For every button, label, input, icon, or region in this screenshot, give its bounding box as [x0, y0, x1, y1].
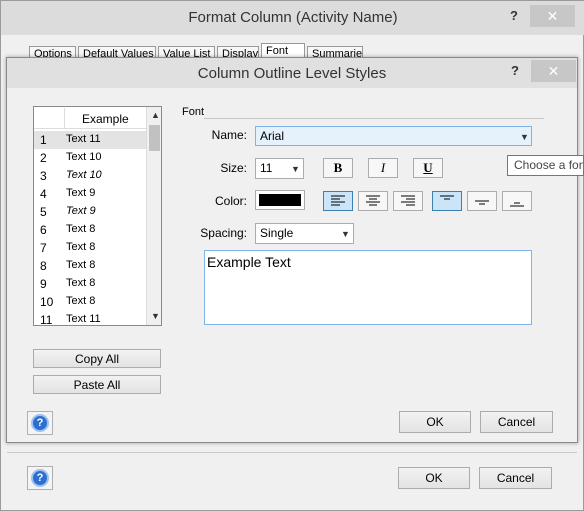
list-item-text: Text 8: [66, 241, 96, 253]
list-scrollbar[interactable]: ▲ ▼: [146, 107, 161, 325]
list-item-text: Text 8: [66, 259, 96, 271]
list-item-text: Text 8: [66, 277, 96, 289]
list-item-number: 3: [40, 169, 47, 183]
paste-all-button[interactable]: Paste All: [33, 375, 161, 394]
copy-all-button[interactable]: Copy All: [33, 349, 161, 368]
dialog-help-box[interactable]: ?: [27, 411, 53, 435]
dialog-ok-button[interactable]: OK: [399, 411, 471, 433]
font-size-select[interactable]: 11 ▼: [255, 158, 304, 179]
list-item-text: Text 11: [66, 313, 101, 325]
list-item-text: Text 11: [66, 133, 101, 145]
align-right-button[interactable]: [393, 191, 423, 211]
outer-divider: [7, 452, 577, 453]
list-item[interactable]: 5 Text 9: [34, 203, 146, 221]
color-picker[interactable]: [255, 190, 305, 210]
list-item[interactable]: 3 Text 10: [34, 167, 146, 185]
list-item[interactable]: 1 Text 11: [34, 131, 146, 149]
outer-close-button[interactable]: ✕: [530, 5, 575, 27]
list-item-number: 4: [40, 187, 47, 201]
font-section-divider: [204, 118, 544, 119]
outer-title-bar: Format Column (Activity Name) ? ✕: [1, 1, 584, 35]
align-center-button[interactable]: [358, 191, 388, 211]
scroll-up-icon[interactable]: ▲: [151, 110, 160, 120]
color-swatch: [259, 194, 301, 206]
outer-title: Format Column (Activity Name): [188, 9, 398, 26]
align-right-icon: [401, 195, 415, 206]
list-item-text: Text 8: [66, 295, 96, 307]
list-item[interactable]: 9 Text 8: [34, 275, 146, 293]
list-item-number: 8: [40, 259, 47, 273]
outline-styles-dialog: Column Outline Level Styles ? ✕ Example …: [6, 57, 578, 443]
dialog-title-bar: Column Outline Level Styles ? ✕: [7, 58, 577, 88]
list-item-number: 6: [40, 223, 47, 237]
color-label: Color:: [214, 194, 247, 208]
scroll-down-icon[interactable]: ▼: [151, 311, 160, 321]
align-left-button[interactable]: [323, 191, 353, 211]
list-item-text: Text 9: [66, 205, 96, 217]
font-name-select[interactable]: Arial ▼: [255, 126, 532, 146]
list-header: Example: [34, 107, 146, 129]
help-icon: ?: [31, 414, 49, 432]
help-icon: ?: [31, 469, 49, 487]
list-item[interactable]: 2 Text 10: [34, 149, 146, 167]
dialog-help-button[interactable]: ?: [511, 63, 519, 78]
list-item[interactable]: 4 Text 9: [34, 185, 146, 203]
list-item-number: 5: [40, 205, 47, 219]
list-item-number: 7: [40, 241, 47, 255]
outer-help-box[interactable]: ?: [27, 466, 53, 490]
list-item[interactable]: 11 Text 11: [34, 311, 146, 326]
example-text-preview: Example Text: [204, 250, 532, 325]
spacing-label: Spacing:: [200, 226, 247, 240]
outline-level-list[interactable]: Example 1 Text 11 2 Text 10 3 Text 10 4 …: [33, 106, 162, 326]
align-center-icon: [366, 195, 380, 206]
outer-help-button[interactable]: ?: [510, 8, 518, 23]
spacing-value: Single: [260, 226, 294, 240]
list-item[interactable]: 8 Text 8: [34, 257, 146, 275]
list-item[interactable]: 7 Text 8: [34, 239, 146, 257]
list-item-number: 1: [40, 133, 47, 147]
dialog-title: Column Outline Level Styles: [197, 65, 387, 82]
list-item-text: Text 8: [66, 223, 96, 235]
align-middle-button[interactable]: [467, 191, 497, 211]
chevron-down-icon: ▼: [341, 229, 350, 239]
chevron-down-icon: ▼: [291, 164, 300, 174]
font-tooltip: Choose a font: [507, 155, 584, 176]
list-item-number: 10: [40, 295, 54, 309]
align-top-icon: [440, 195, 454, 200]
list-item-number: 2: [40, 151, 47, 165]
font-name-value: Arial: [260, 129, 285, 143]
list-header-label: Example: [82, 112, 129, 126]
align-middle-icon: [475, 200, 489, 205]
size-label: Size:: [220, 161, 247, 175]
list-item[interactable]: 6 Text 8: [34, 221, 146, 239]
align-top-button[interactable]: [432, 191, 462, 211]
spacing-select[interactable]: Single ▼: [255, 223, 354, 244]
font-size-value: 11: [260, 161, 273, 175]
font-section-label: Font: [182, 106, 205, 118]
name-label: Name:: [211, 128, 247, 142]
list-item-text: Text 10: [66, 169, 102, 181]
bold-button[interactable]: B: [323, 158, 353, 178]
scroll-thumb[interactable]: [149, 125, 160, 151]
italic-button[interactable]: I: [368, 158, 398, 178]
outer-cancel-button[interactable]: Cancel: [479, 467, 552, 489]
list-item-number: 9: [40, 277, 47, 291]
list-item-text: Text 10: [66, 151, 102, 163]
header-divider: [64, 108, 65, 128]
list-item-text: Text 9: [66, 187, 96, 199]
align-left-icon: [331, 195, 345, 206]
dialog-close-button[interactable]: ✕: [531, 60, 576, 82]
outer-ok-button[interactable]: OK: [398, 467, 470, 489]
align-bottom-button[interactable]: [502, 191, 532, 211]
align-bottom-icon: [510, 202, 524, 207]
underline-button[interactable]: U: [413, 158, 443, 178]
list-item[interactable]: 10 Text 8: [34, 293, 146, 311]
dialog-cancel-button[interactable]: Cancel: [480, 411, 553, 433]
list-item-number: 11: [40, 313, 53, 326]
chevron-down-icon: ▼: [520, 132, 529, 142]
